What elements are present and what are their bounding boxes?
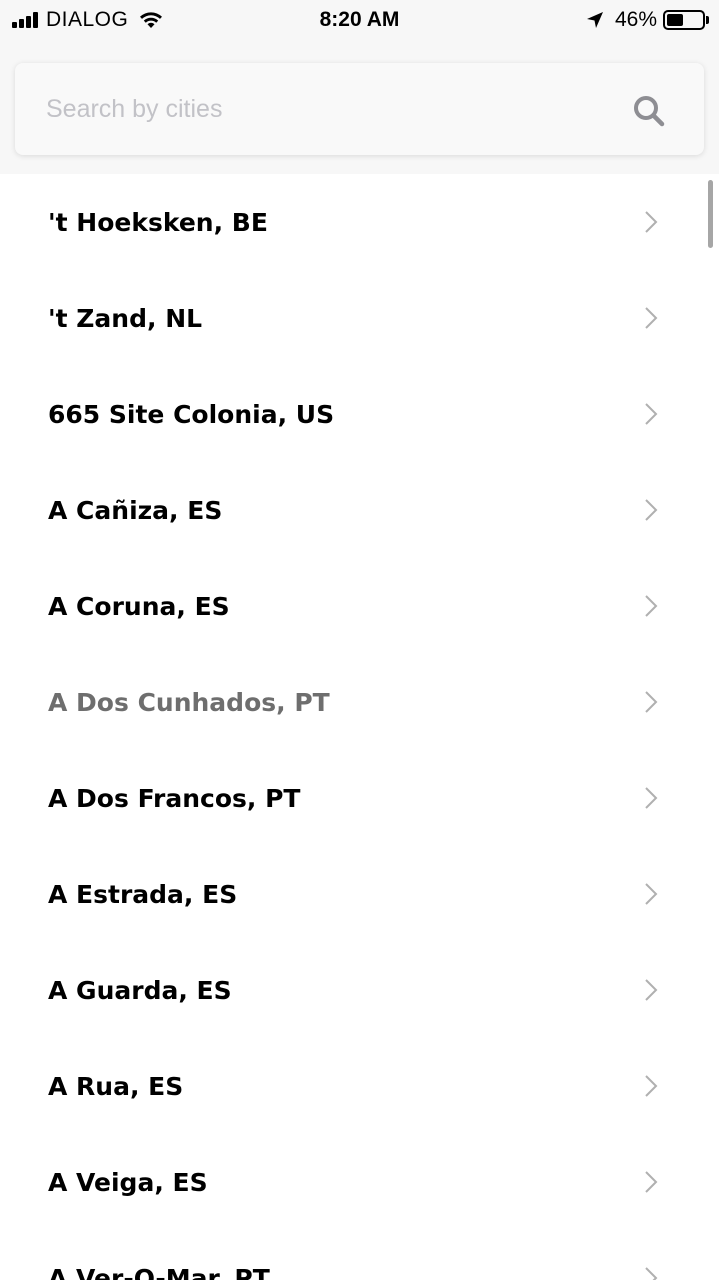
chevron-right-icon bbox=[643, 882, 659, 906]
city-row[interactable]: 665 Site Colonia, US bbox=[0, 366, 719, 462]
chevron-right-icon bbox=[643, 786, 659, 810]
status-left: DIALOG bbox=[12, 7, 164, 33]
city-name: 't Zand, NL bbox=[48, 303, 203, 333]
scrollbar[interactable] bbox=[708, 180, 713, 248]
city-list: 't Hoeksken, BE 't Zand, NL 665 Site Col… bbox=[0, 174, 719, 1280]
city-name: A Cañiza, ES bbox=[48, 495, 223, 525]
city-row[interactable]: A Ver-O-Mar, PT bbox=[0, 1230, 719, 1280]
search-icon[interactable] bbox=[632, 94, 666, 128]
battery-percent: 46% bbox=[614, 8, 657, 31]
city-name: 't Hoeksken, BE bbox=[48, 207, 268, 237]
city-name: A Dos Francos, PT bbox=[48, 783, 301, 813]
city-name: A Dos Cunhados, PT bbox=[48, 687, 330, 717]
chevron-right-icon bbox=[643, 498, 659, 522]
search-header bbox=[0, 40, 719, 174]
search-input[interactable] bbox=[46, 85, 606, 133]
city-row[interactable]: 't Hoeksken, BE bbox=[0, 174, 719, 270]
city-name: A Guarda, ES bbox=[48, 975, 232, 1005]
carrier-name: DIALOG bbox=[46, 8, 129, 31]
chevron-right-icon bbox=[643, 1074, 659, 1098]
city-name: A Ver-O-Mar, PT bbox=[48, 1263, 270, 1280]
chevron-right-icon bbox=[643, 690, 659, 714]
battery-icon bbox=[663, 10, 705, 30]
city-name: A Veiga, ES bbox=[48, 1167, 208, 1197]
chevron-right-icon bbox=[643, 978, 659, 1002]
city-name: 665 Site Colonia, US bbox=[48, 399, 335, 429]
city-row[interactable]: 't Zand, NL bbox=[0, 270, 719, 366]
chevron-right-icon bbox=[643, 1170, 659, 1194]
city-row[interactable]: A Dos Cunhados, PT bbox=[0, 654, 719, 750]
battery-level bbox=[667, 14, 683, 26]
city-row[interactable]: A Estrada, ES bbox=[0, 846, 719, 942]
city-name: A Estrada, ES bbox=[48, 879, 238, 909]
chevron-right-icon bbox=[643, 402, 659, 426]
battery-tip bbox=[706, 16, 709, 24]
chevron-right-icon bbox=[643, 306, 659, 330]
city-row[interactable]: A Guarda, ES bbox=[0, 942, 719, 1038]
city-search-screen: DIALOG 8:20 AM 46% Search by cities 't H… bbox=[0, 0, 719, 1280]
city-name: A Rua, ES bbox=[48, 1071, 184, 1101]
chevron-right-icon bbox=[643, 594, 659, 618]
city-row[interactable]: A Dos Francos, PT bbox=[0, 750, 719, 846]
status-right: 46% bbox=[585, 7, 709, 33]
chevron-right-icon bbox=[643, 1266, 659, 1280]
status-bar: DIALOG 8:20 AM 46% bbox=[0, 0, 719, 40]
search-box[interactable] bbox=[15, 63, 704, 155]
signal-icon bbox=[12, 12, 40, 28]
city-row[interactable]: A Rua, ES bbox=[0, 1038, 719, 1134]
city-row[interactable]: A Cañiza, ES bbox=[0, 462, 719, 558]
city-row[interactable]: A Veiga, ES bbox=[0, 1134, 719, 1230]
city-row[interactable]: A Coruna, ES bbox=[0, 558, 719, 654]
city-name: A Coruna, ES bbox=[48, 591, 230, 621]
chevron-right-icon bbox=[643, 210, 659, 234]
location-arrow-icon bbox=[585, 10, 605, 30]
wifi-icon bbox=[138, 10, 164, 30]
